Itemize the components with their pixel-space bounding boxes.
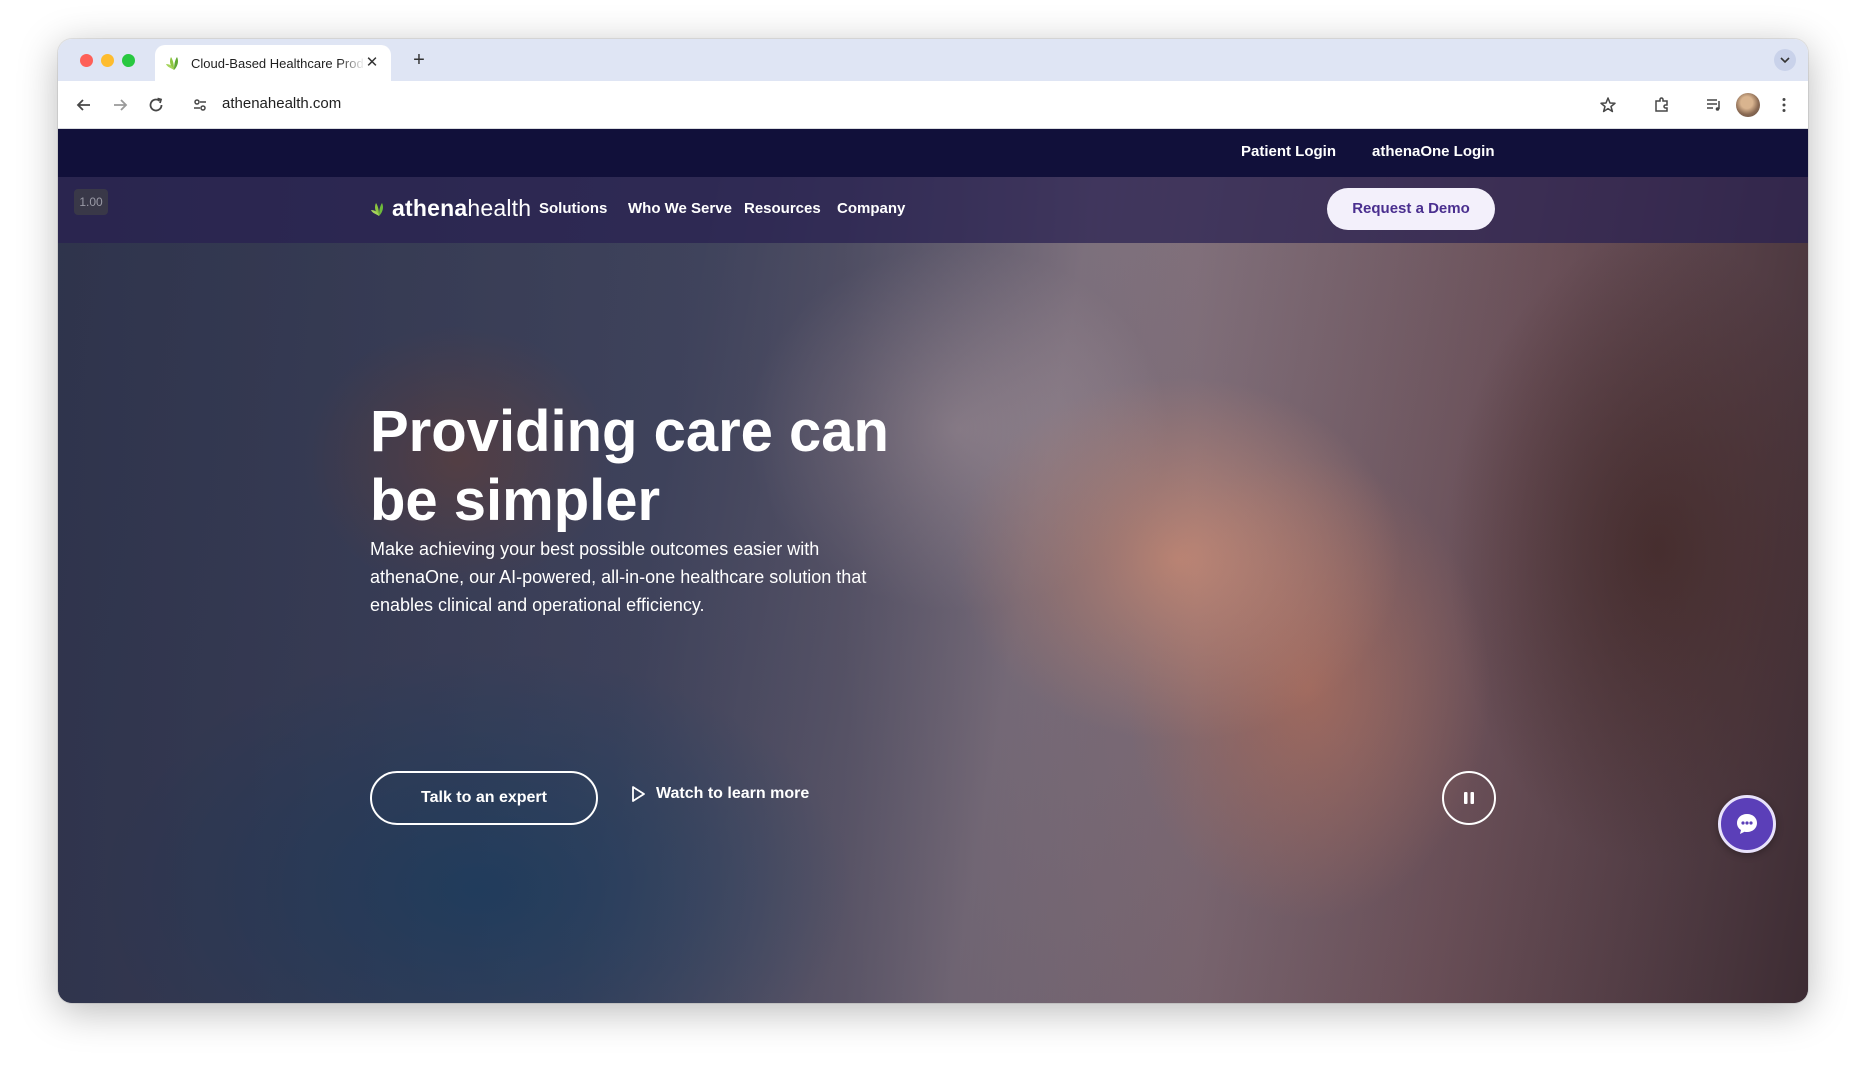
- watch-video-label: Watch to learn more: [656, 785, 810, 802]
- utility-bar: Patient Login athenaOne Login: [58, 129, 1808, 177]
- nav-resources[interactable]: Resources: [744, 200, 821, 217]
- logo-text: athenahealth: [392, 195, 532, 221]
- browser-toolbar: athenahealth.com: [58, 81, 1808, 129]
- browser-window: Cloud-Based Healthcare Products ✕ + athe…: [58, 39, 1808, 1003]
- star-icon[interactable]: [1596, 93, 1620, 117]
- browser-tab[interactable]: Cloud-Based Healthcare Products ✕: [155, 45, 391, 81]
- minimize-window-button[interactable]: [101, 54, 114, 67]
- reload-icon[interactable]: [144, 93, 168, 117]
- pause-icon: [1464, 792, 1474, 804]
- close-window-button[interactable]: [80, 54, 93, 67]
- nav-who-we-serve[interactable]: Who We Serve: [628, 200, 732, 217]
- site-info-icon[interactable]: [188, 93, 212, 117]
- close-icon[interactable]: ✕: [363, 54, 381, 72]
- nav-company[interactable]: Company: [837, 200, 905, 217]
- play-icon: [632, 786, 645, 802]
- watch-video-link[interactable]: Watch to learn more: [630, 785, 809, 803]
- athenaone-login-link[interactable]: athenaOne Login: [1372, 143, 1495, 160]
- talk-to-expert-button[interactable]: Talk to an expert: [370, 771, 598, 825]
- hero-subtitle: Make achieving your best possible outcom…: [370, 539, 867, 615]
- web-page: Patient Login athenaOne Login 1.00 athen…: [58, 129, 1808, 1003]
- request-demo-button[interactable]: Request a Demo: [1327, 188, 1495, 230]
- kebab-menu-icon[interactable]: [1772, 93, 1796, 117]
- leaf-logo-icon: [371, 202, 383, 216]
- back-arrow-icon[interactable]: [72, 93, 96, 117]
- main-nav: 1.00 athenahealth Solutions Who We Serve…: [58, 177, 1808, 243]
- pause-video-button[interactable]: [1442, 771, 1496, 825]
- chat-button[interactable]: [1718, 795, 1776, 853]
- leaf-favicon-icon: [165, 54, 183, 72]
- playback-speed-badge: 1.00: [74, 189, 108, 215]
- patient-login-link[interactable]: Patient Login: [1241, 143, 1336, 160]
- forward-arrow-icon[interactable]: [108, 93, 132, 117]
- tab-strip: Cloud-Based Healthcare Products ✕ +: [58, 39, 1808, 81]
- chat-icon: [1737, 814, 1757, 834]
- media-queue-icon[interactable]: [1702, 93, 1726, 117]
- extensions-icon[interactable]: [1650, 93, 1674, 117]
- hero-title: Providing care can be simpler: [370, 399, 889, 533]
- plus-icon[interactable]: +: [407, 48, 431, 72]
- avatar[interactable]: [1736, 93, 1760, 117]
- tab-title: Cloud-Based Healthcare Products: [191, 55, 365, 71]
- maximize-window-button[interactable]: [122, 54, 135, 67]
- athenahealth-logo[interactable]: athenahealth: [370, 195, 531, 222]
- nav-solutions[interactable]: Solutions: [539, 200, 607, 217]
- hero-overlay: [58, 129, 1808, 1003]
- address-bar[interactable]: athenahealth.com: [222, 95, 341, 112]
- chevron-down-icon[interactable]: [1774, 49, 1796, 71]
